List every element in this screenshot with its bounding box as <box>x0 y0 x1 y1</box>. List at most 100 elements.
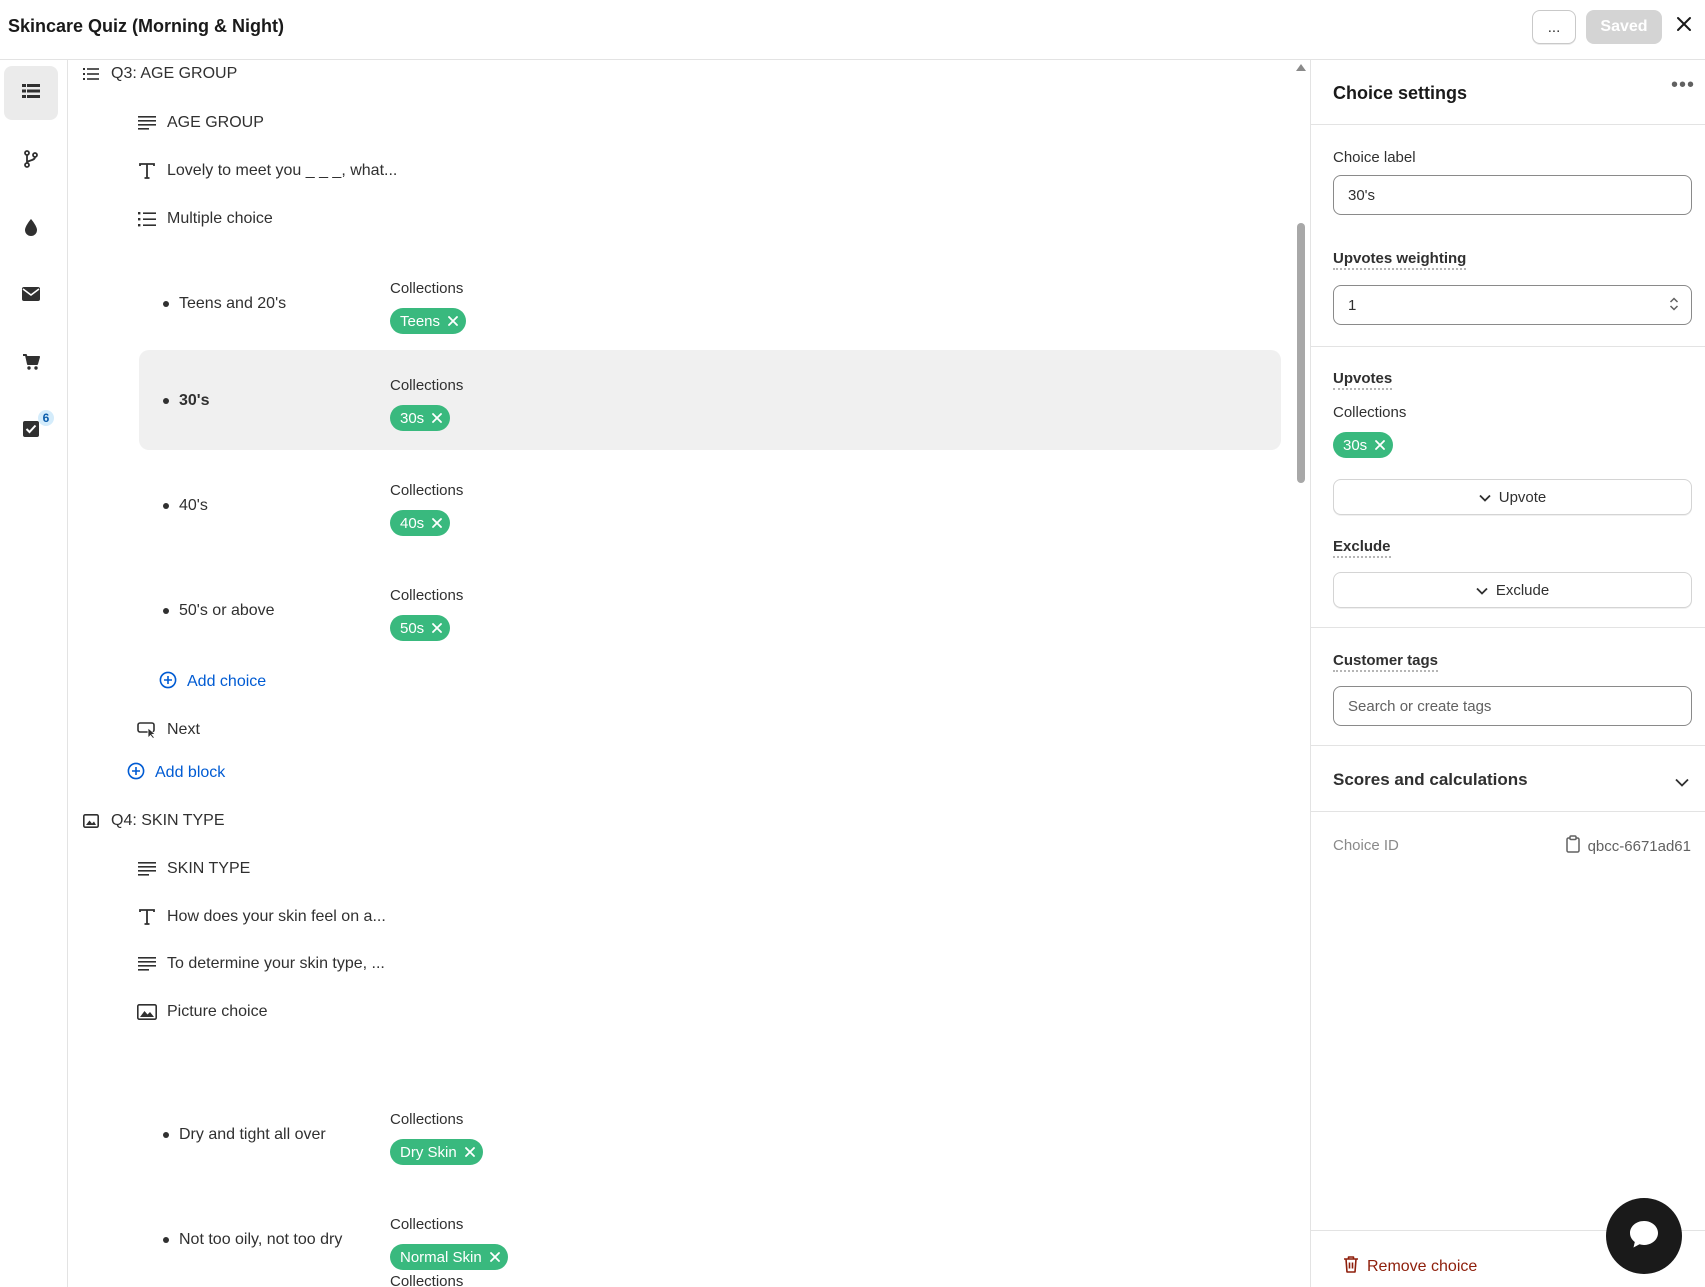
remove-chip-icon[interactable] <box>432 413 443 423</box>
divider <box>1311 745 1705 746</box>
question-title: Q4: SKIN TYPE <box>111 812 225 829</box>
image-icon <box>137 1002 157 1022</box>
chip-label: 30s <box>1343 436 1368 454</box>
choice-label-wrap: 50's or above <box>163 602 275 620</box>
choice-label: 50's or above <box>179 602 275 619</box>
block-label: Next <box>167 721 200 738</box>
block-heading[interactable]: AGE GROUP <box>137 111 264 135</box>
rail-item-email[interactable] <box>4 269 58 323</box>
block-label: How does your skin feel on a... <box>167 908 386 925</box>
rail-item-products[interactable] <box>4 337 58 391</box>
question-q3[interactable]: Q3: AGE GROUP <box>81 62 237 86</box>
remove-choice-button[interactable]: Remove choice <box>1343 1255 1477 1278</box>
block-heading[interactable]: SKIN TYPE <box>137 857 250 881</box>
block-multiple-choice[interactable]: Multiple choice <box>137 207 273 231</box>
bullet <box>163 301 169 307</box>
exclude-dropdown-button[interactable]: Exclude <box>1333 572 1692 608</box>
remove-choice-label: Remove choice <box>1367 1257 1478 1275</box>
quiz-tree: Q3: AGE GROUP AGE GROUP Lovely to meet y… <box>69 60 1309 1287</box>
customer-tags-input[interactable]: Search or create tags <box>1333 686 1692 726</box>
choice-row-normal[interactable]: Not too oily, not too dry Collections No… <box>139 1189 1281 1287</box>
checklist-icon <box>23 420 39 442</box>
chip-label: 50s <box>400 619 425 637</box>
scroll-thumb[interactable] <box>1297 223 1305 483</box>
bullet <box>163 1237 169 1243</box>
chip-label: Normal Skin <box>400 1248 482 1266</box>
choice-label: 40's <box>179 497 208 514</box>
choice-label: Teens and 20's <box>179 295 287 312</box>
block-label: Multiple choice <box>167 210 273 227</box>
choice-id-label: Choice ID <box>1333 837 1399 854</box>
remove-chip-icon[interactable] <box>432 623 443 633</box>
remove-chip-icon[interactable] <box>448 316 458 326</box>
exclude-title: Exclude <box>1333 538 1391 558</box>
choice-row-teens[interactable]: Teens and 20's Collections Teens <box>139 253 1281 353</box>
upvote-dropdown-button[interactable]: Upvote <box>1333 479 1692 515</box>
block-label: Lovely to meet you _ _ _, what... <box>167 162 398 179</box>
upvotes-weighting-input[interactable]: 1 <box>1333 285 1692 325</box>
plus-circle-icon <box>127 762 145 785</box>
divider <box>1311 124 1705 125</box>
scores-section-header[interactable]: Scores and calculations <box>1333 770 1528 790</box>
choice-label: Dry and tight all over <box>179 1126 326 1143</box>
remove-chip-icon[interactable] <box>1375 437 1386 454</box>
collections-label: Collections <box>390 1273 464 1287</box>
upvotes-title: Upvotes <box>1333 370 1393 390</box>
text-icon <box>137 907 157 927</box>
choice-label-wrap: 30's <box>163 392 210 410</box>
customer-tags-title: Customer tags <box>1333 652 1439 672</box>
scroll-up-arrow[interactable] <box>1296 64 1306 71</box>
block-next[interactable]: Next <box>137 718 200 742</box>
tree-scrollbar[interactable] <box>1293 60 1309 1287</box>
stepper-arrows-icon[interactable] <box>1669 296 1679 316</box>
more-actions-button[interactable]: ... <box>1532 10 1576 44</box>
add-choice-button[interactable]: Add choice <box>159 670 266 694</box>
collection-chip: 50s <box>390 615 451 641</box>
customer-tags-placeholder: Search or create tags <box>1348 697 1492 715</box>
text-icon <box>137 161 157 181</box>
rail-item-design[interactable] <box>4 202 58 256</box>
choice-label: 30's <box>179 392 210 409</box>
choice-row-50s[interactable]: 50's or above Collections 50s <box>139 560 1281 660</box>
top-bar: Skincare Quiz (Morning & Night) ... Save… <box>0 0 1705 60</box>
choice-label-wrap: 40's <box>163 497 208 515</box>
collections-label: Collections <box>390 587 464 604</box>
upvotes-weighting-value: 1 <box>1348 296 1357 314</box>
rail-item-tasks[interactable]: 6 <box>4 404 58 458</box>
upvotes-weighting-title: Upvotes weighting <box>1333 250 1467 270</box>
more-options-icon[interactable]: ••• <box>1671 74 1695 97</box>
chevron-down-icon[interactable] <box>1675 774 1689 792</box>
upvote-button-label: Upvote <box>1498 488 1547 506</box>
choice-row-30s[interactable]: 30's Collections 30s <box>139 350 1281 450</box>
saved-button[interactable]: Saved <box>1586 10 1662 44</box>
rail-item-logic[interactable] <box>4 134 58 188</box>
block-label: Picture choice <box>167 1003 268 1020</box>
remove-chip-icon[interactable] <box>464 1147 475 1157</box>
add-block-button[interactable]: Add block <box>127 761 225 785</box>
button-cursor-icon <box>137 720 157 740</box>
bullet <box>163 503 169 509</box>
block-text[interactable]: Lovely to meet you _ _ _, what... <box>137 159 397 183</box>
question-title: Q3: AGE GROUP <box>111 65 238 82</box>
remove-chip-icon[interactable] <box>432 518 443 528</box>
choice-row-dry[interactable]: Dry and tight all over Collections Dry S… <box>139 1084 1281 1184</box>
choice-label-value: 30's <box>1348 186 1376 204</box>
choice-label-title: Choice label <box>1333 149 1416 166</box>
rail-item-questions[interactable] <box>4 66 58 120</box>
choice-label-input[interactable]: 30's <box>1333 175 1692 215</box>
collection-chip: 30s <box>390 405 451 431</box>
block-text[interactable]: How does your skin feel on a... <box>137 905 386 929</box>
block-paragraph[interactable]: To determine your skin type, ... <box>137 952 385 976</box>
panel-title: Choice settings <box>1333 83 1468 103</box>
remove-chip-icon[interactable] <box>489 1252 500 1262</box>
chat-bubble-icon <box>1627 1218 1661 1255</box>
chat-launcher-button[interactable] <box>1606 1198 1682 1274</box>
close-icon[interactable] <box>1672 11 1696 37</box>
collection-chip: Teens <box>390 308 467 334</box>
question-q4[interactable]: Q4: SKIN TYPE <box>81 809 225 833</box>
choice-row-40s[interactable]: 40's Collections 40s <box>139 455 1281 555</box>
block-picture-choice[interactable]: Picture choice <box>137 1000 268 1024</box>
choice-id-copy[interactable]: qbcc-6671ad61 <box>1565 835 1691 857</box>
tasks-count-badge: 6 <box>38 410 54 426</box>
block-label: AGE GROUP <box>167 114 264 131</box>
